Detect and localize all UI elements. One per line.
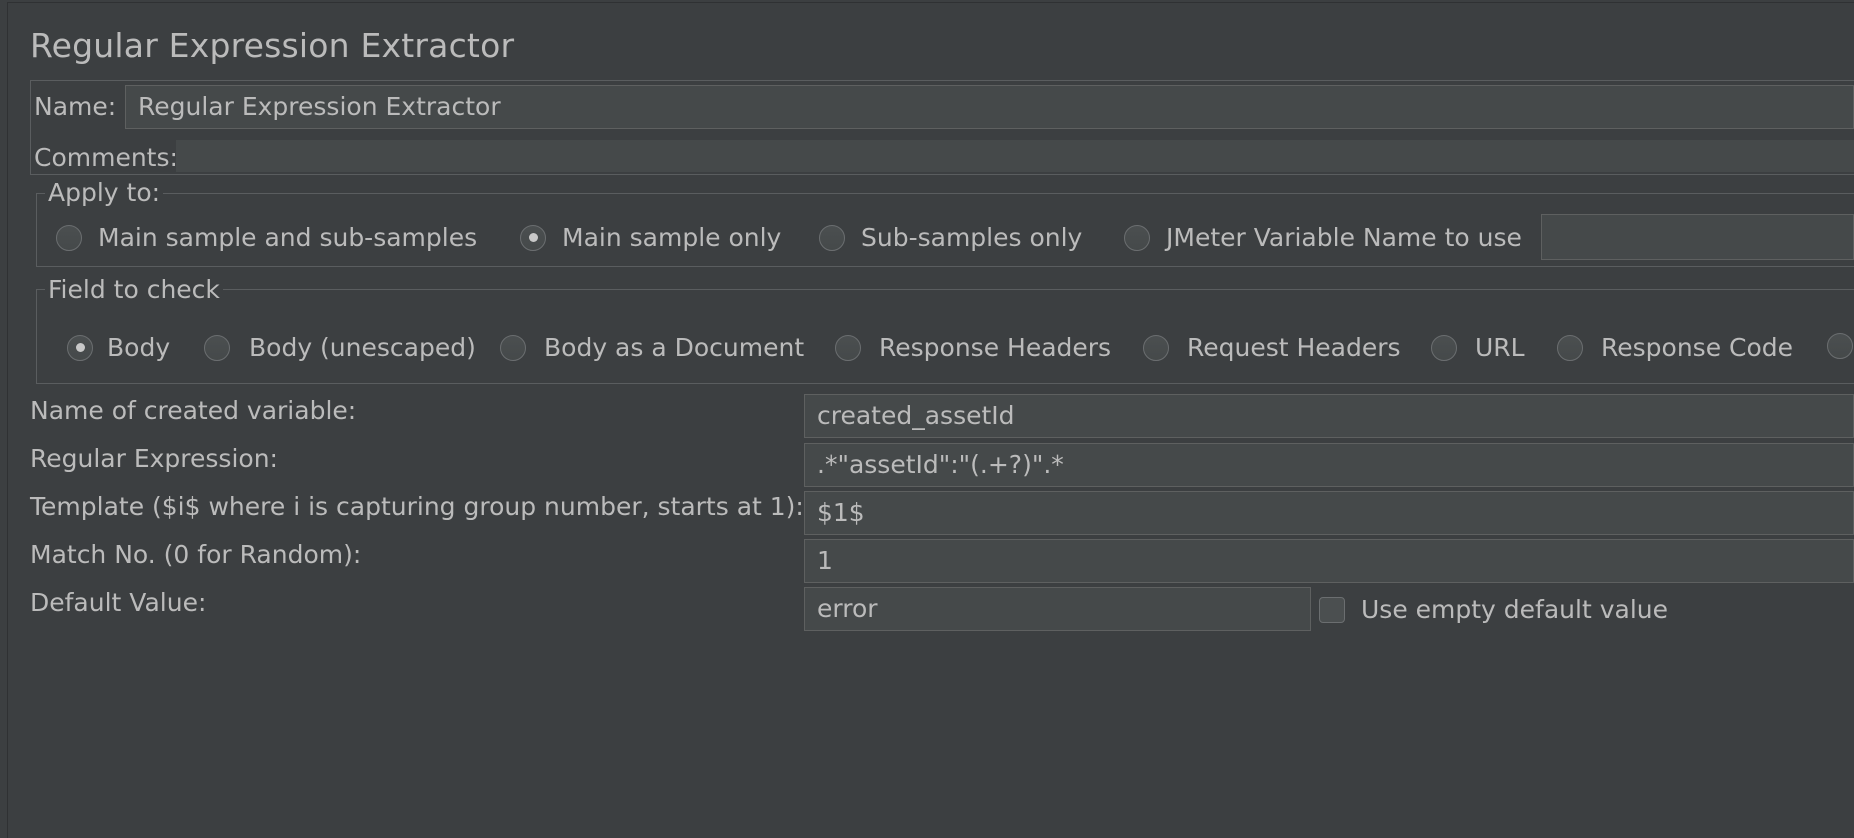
radio-label: Sub-samples only — [861, 223, 1083, 252]
radio-button-selected[interactable] — [67, 334, 93, 361]
checkbox[interactable] — [1319, 596, 1345, 623]
created-variable-field[interactable]: created_assetId — [804, 394, 1854, 438]
radio-main-sample-only[interactable]: Main sample only — [520, 223, 781, 252]
default-value-label: Default Value: — [30, 588, 207, 617]
radio-sub-samples-only[interactable]: Sub-samples only — [819, 223, 1082, 252]
regex-field[interactable]: .*"assetId":"(.+?)".* — [804, 443, 1854, 487]
default-value-field[interactable]: error — [804, 587, 1311, 631]
radio-label: URL — [1475, 333, 1525, 362]
radio-main-and-sub-samples[interactable]: Main sample and sub-samples — [56, 223, 477, 252]
radio-label: Main sample only — [562, 223, 782, 252]
checkbox-label: Use empty default value — [1361, 595, 1668, 624]
comments-label: Comments: — [34, 143, 178, 172]
radio-button[interactable] — [204, 334, 230, 361]
radio-button[interactable] — [500, 334, 526, 361]
use-empty-default-checkbox[interactable]: Use empty default value — [1319, 595, 1668, 624]
comments-field[interactable] — [176, 140, 1854, 172]
jmeter-variable-name-field[interactable] — [1541, 214, 1854, 260]
radio-button[interactable] — [1431, 334, 1457, 361]
name-label: Name: — [34, 92, 117, 121]
radio-button[interactable] — [1827, 333, 1853, 359]
radio-button[interactable] — [1143, 334, 1169, 361]
radio-more-option[interactable] — [1827, 333, 1854, 359]
radio-label: Body (unescaped) — [249, 333, 476, 362]
radio-button[interactable] — [1124, 224, 1150, 251]
apply-to-legend: Apply to: — [45, 178, 164, 208]
radio-response-code[interactable]: Response Code — [1557, 333, 1793, 362]
template-field[interactable]: $1$ — [804, 491, 1854, 535]
radio-button[interactable] — [835, 334, 861, 361]
radio-body-as-document[interactable]: Body as a Document — [500, 333, 804, 362]
panel-title: Regular Expression Extractor — [30, 26, 515, 65]
regex-label: Regular Expression: — [30, 444, 278, 473]
radio-label: Request Headers — [1187, 333, 1401, 362]
radio-label: Main sample and sub-samples — [98, 223, 478, 252]
radio-label: Body as a Document — [544, 333, 805, 362]
match-no-field[interactable]: 1 — [804, 539, 1854, 583]
radio-body-unescaped[interactable]: Body (unescaped) — [204, 333, 476, 362]
radio-button[interactable] — [819, 224, 845, 251]
radio-button[interactable] — [1557, 334, 1583, 361]
radio-url[interactable]: URL — [1431, 333, 1525, 362]
radio-button[interactable] — [56, 224, 82, 251]
template-label: Template ($i$ where i is capturing group… — [30, 492, 804, 521]
radio-label: Response Headers — [879, 333, 1112, 362]
radio-button-selected[interactable] — [520, 224, 546, 251]
radio-label: JMeter Variable Name to use — [1166, 223, 1522, 252]
radio-body[interactable]: Body — [67, 333, 170, 362]
field-to-check-legend: Field to check — [45, 275, 223, 305]
created-variable-label: Name of created variable: — [30, 396, 357, 425]
radio-jmeter-variable[interactable]: JMeter Variable Name to use — [1124, 223, 1522, 252]
radio-label: Response Code — [1601, 333, 1794, 362]
radio-request-headers[interactable]: Request Headers — [1143, 333, 1401, 362]
radio-response-headers[interactable]: Response Headers — [835, 333, 1111, 362]
name-field[interactable]: Regular Expression Extractor — [125, 85, 1854, 129]
match-no-label: Match No. (0 for Random): — [30, 540, 362, 569]
radio-label: Body — [107, 333, 171, 362]
